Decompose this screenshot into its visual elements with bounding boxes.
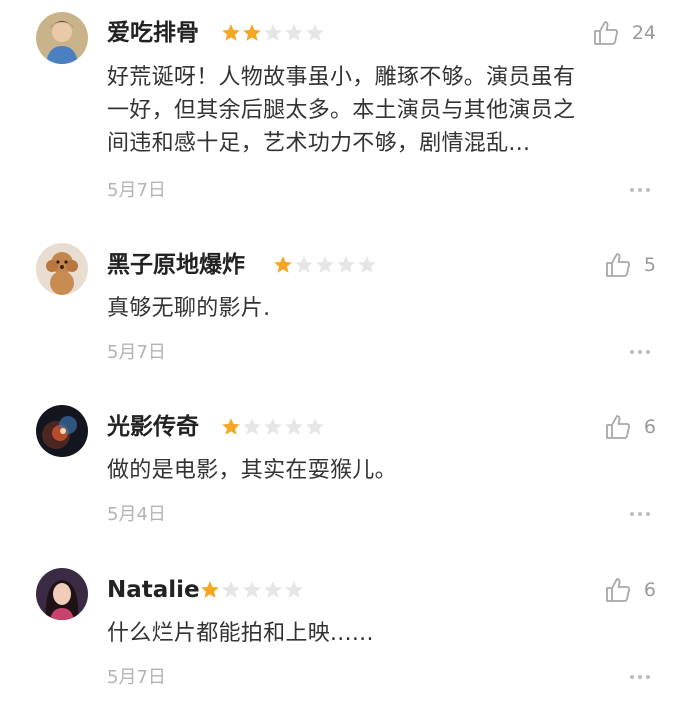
thumbs-up-icon bbox=[606, 253, 630, 277]
more-options-button[interactable] bbox=[630, 350, 650, 354]
more-options-button[interactable] bbox=[630, 512, 650, 516]
like-button[interactable]: 6 bbox=[604, 576, 656, 604]
rating-stars bbox=[221, 417, 325, 437]
avatar[interactable] bbox=[36, 405, 88, 457]
star-filled-icon bbox=[274, 256, 292, 273]
review-text-line: 做的是电影，其实在耍猴儿。 bbox=[107, 458, 397, 483]
review-item: Natalie 6 什么烂片都能拍和上映...... 5月7日 bbox=[0, 0, 690, 688]
star-empty-icon bbox=[285, 418, 303, 435]
more-options-button[interactable] bbox=[630, 675, 650, 679]
like-count: 5 bbox=[643, 254, 656, 276]
star-empty-icon bbox=[285, 581, 303, 598]
like-button[interactable]: 5 bbox=[604, 251, 656, 279]
star-empty-icon bbox=[316, 256, 334, 273]
username[interactable]: 黑子原地爆炸 bbox=[107, 250, 245, 280]
like-button[interactable]: 6 bbox=[604, 413, 656, 441]
username[interactable]: 光影传奇 bbox=[107, 412, 199, 442]
star-empty-icon bbox=[243, 418, 261, 435]
poodle-avatar-icon bbox=[36, 243, 88, 295]
thumbs-up-icon bbox=[606, 415, 630, 439]
review-text: 真够无聊的影片. bbox=[107, 292, 647, 325]
username[interactable]: Natalie bbox=[107, 575, 200, 605]
review-text-line: 真够无聊的影片. bbox=[107, 296, 271, 321]
review-date: 5月7日 bbox=[107, 667, 166, 688]
like-count: 6 bbox=[643, 416, 656, 438]
star-filled-icon bbox=[201, 581, 219, 598]
thumbs-up-icon bbox=[606, 578, 630, 602]
more-options-button[interactable] bbox=[630, 188, 650, 192]
review-text: 做的是电影，其实在耍猴儿。 bbox=[107, 454, 647, 487]
review-text: 什么烂片都能拍和上映...... bbox=[107, 617, 647, 650]
star-empty-icon bbox=[264, 418, 282, 435]
review-date: 5月4日 bbox=[107, 504, 166, 525]
like-count: 6 bbox=[643, 579, 656, 601]
review-text-line: 什么烂片都能拍和上映...... bbox=[107, 621, 374, 646]
rating-stars bbox=[200, 580, 304, 600]
woman-avatar-icon bbox=[36, 568, 88, 620]
star-empty-icon bbox=[358, 256, 376, 273]
review-date: 5月7日 bbox=[107, 342, 166, 363]
star-empty-icon bbox=[295, 256, 313, 273]
review-date: 5月7日 bbox=[107, 180, 166, 201]
star-empty-icon bbox=[222, 581, 240, 598]
avatar[interactable] bbox=[36, 568, 88, 620]
star-empty-icon bbox=[306, 418, 324, 435]
avatar[interactable] bbox=[36, 243, 88, 295]
star-empty-icon bbox=[264, 581, 282, 598]
star-filled-icon bbox=[222, 418, 240, 435]
nebula-avatar-icon bbox=[36, 405, 88, 457]
star-empty-icon bbox=[337, 256, 355, 273]
star-empty-icon bbox=[243, 581, 261, 598]
rating-stars bbox=[273, 255, 377, 275]
